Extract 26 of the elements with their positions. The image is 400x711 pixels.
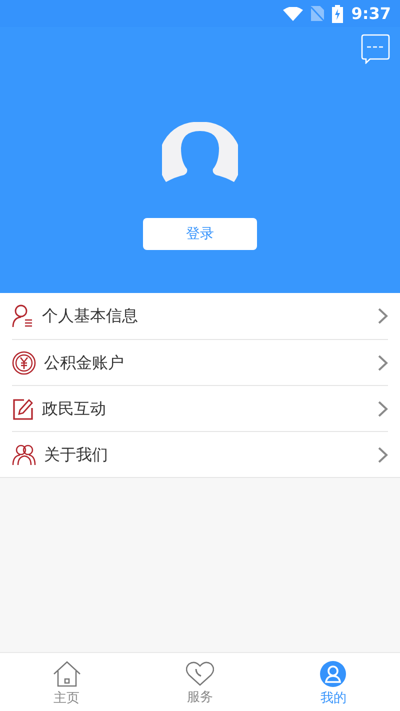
- battery-charging-icon: [332, 4, 344, 22]
- clock-time: 9:37: [351, 2, 391, 24]
- home-icon: [52, 661, 81, 687]
- menu-item[interactable]: 政民互动: [0, 385, 400, 431]
- edit-icon: [12, 398, 34, 420]
- tab[interactable]: 主页: [0, 653, 134, 711]
- menu-label: 关于我们: [44, 444, 109, 466]
- menu-label: 个人基本信息: [42, 305, 139, 327]
- no-sim-icon: [311, 6, 324, 21]
- menu-label: 政民互动: [42, 398, 107, 420]
- yen-coin-icon: [12, 350, 36, 374]
- chevron-right-icon: [378, 354, 388, 370]
- chevron-right-icon: [378, 446, 388, 462]
- chevron-right-icon: [378, 400, 388, 416]
- person-list-icon: [12, 304, 34, 328]
- menu-item[interactable]: 关于我们: [0, 431, 400, 477]
- chevron-right-icon: [378, 308, 388, 324]
- profile-icon: [320, 661, 346, 687]
- menu-item[interactable]: 个人基本信息: [0, 293, 400, 339]
- heart-phone-icon: [186, 661, 214, 686]
- menu-item[interactable]: 公积金账户: [0, 339, 400, 385]
- message-icon[interactable]: [361, 34, 390, 64]
- group-icon: [12, 444, 36, 466]
- menu-label: 公积金账户: [44, 352, 125, 374]
- tab[interactable]: 服务: [133, 653, 267, 711]
- wifi-icon: [283, 6, 304, 20]
